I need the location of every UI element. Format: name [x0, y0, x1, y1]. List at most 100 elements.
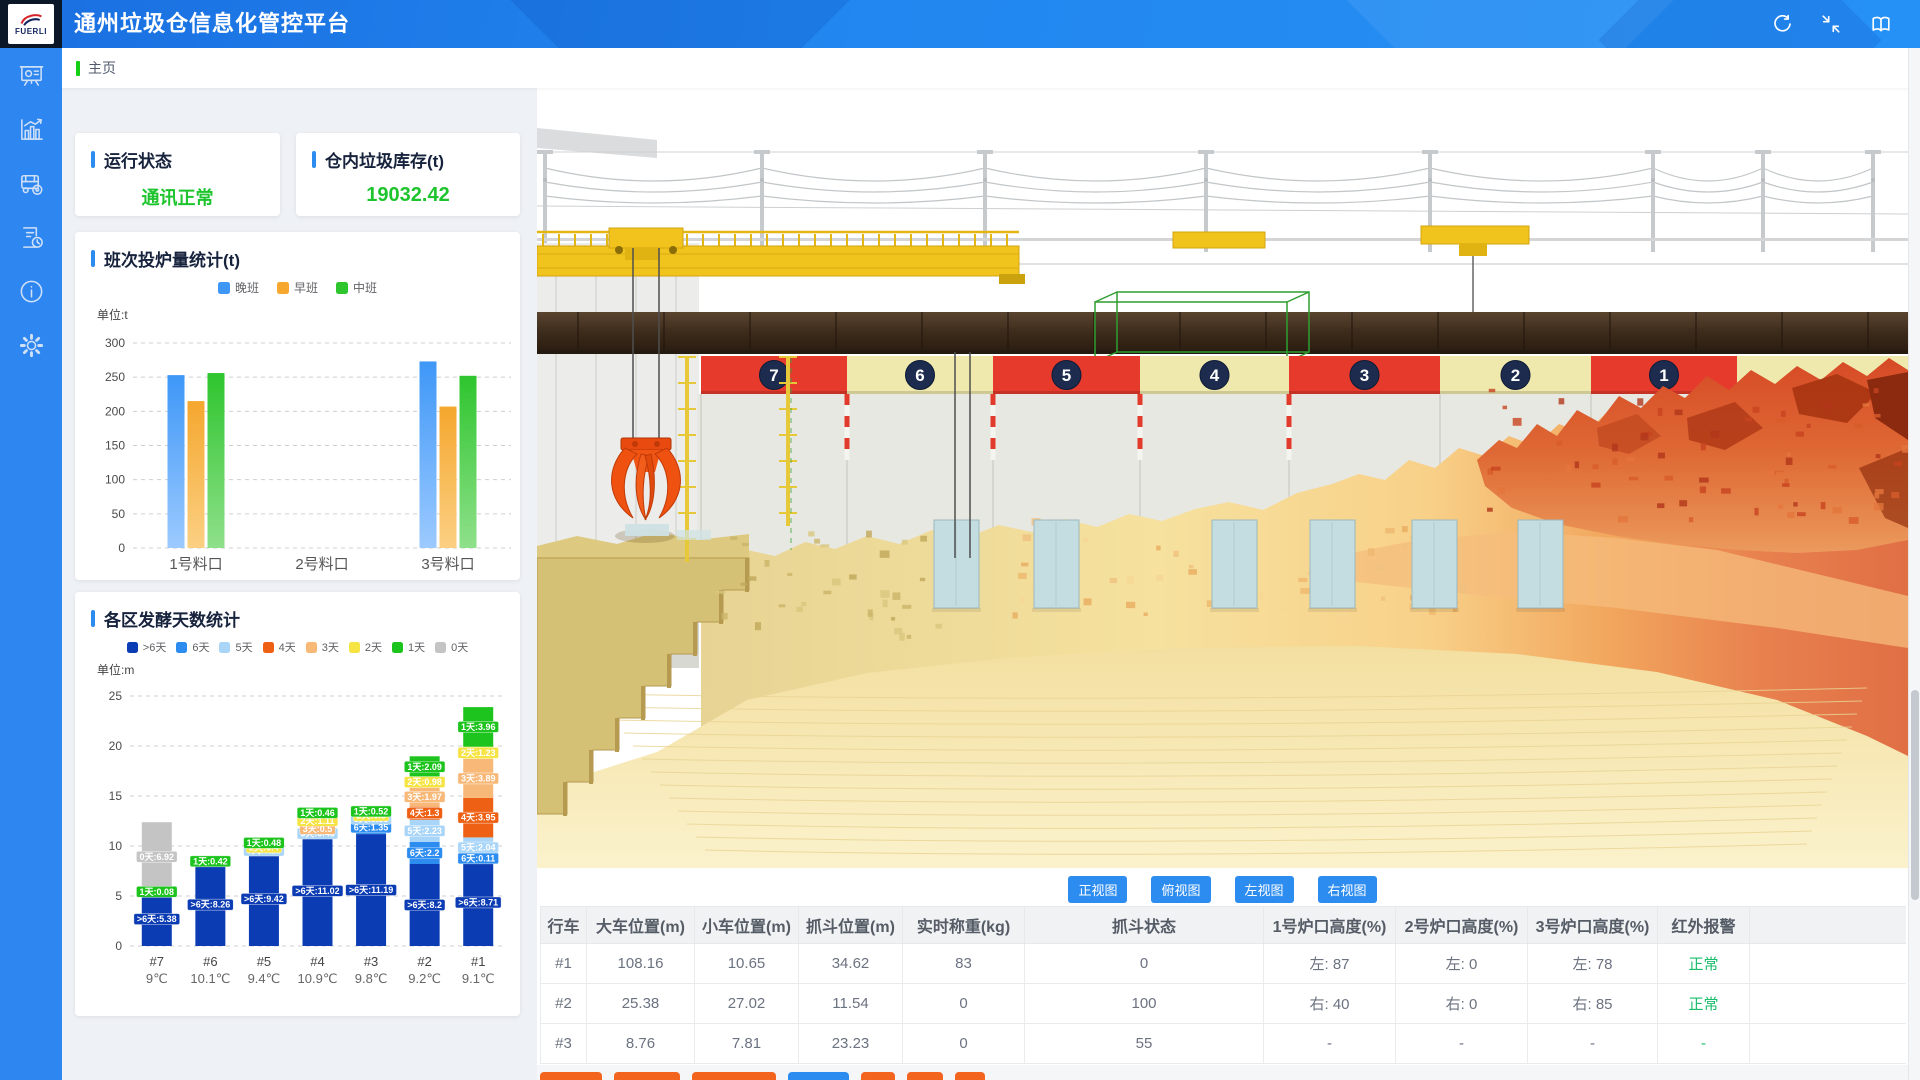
table-cell: 右: 40	[1264, 984, 1396, 1024]
legend-swatch	[218, 282, 230, 294]
svg-text:7: 7	[769, 366, 778, 385]
svg-text:2: 2	[1511, 366, 1520, 385]
bottom-action-button-2[interactable]	[614, 1072, 680, 1080]
svg-text:100: 100	[105, 473, 125, 487]
column-header: 红外报警	[1658, 907, 1750, 944]
view-button-1[interactable]: 正视图	[1068, 876, 1127, 903]
legend-label: 4天	[279, 639, 296, 655]
legend-item[interactable]: 2天	[349, 639, 382, 655]
svg-text:6天:0.11: 6天:0.11	[461, 853, 495, 863]
card-title: 运行状态	[104, 147, 172, 172]
svg-text:9.1℃: 9.1℃	[462, 971, 495, 986]
refresh-icon[interactable]	[1770, 13, 1792, 35]
svg-text:1天:3.96: 1天:3.96	[461, 722, 496, 732]
manual-book-icon[interactable]	[1870, 13, 1892, 35]
table-cell: 108.16	[587, 944, 695, 984]
bottom-action-button-3[interactable]	[692, 1072, 776, 1080]
column-header: 1号炉口高度(%)	[1264, 907, 1396, 944]
table-cell: 0	[903, 1024, 1025, 1064]
legend-label: 5天	[235, 639, 252, 655]
svg-text:#5: #5	[257, 954, 271, 969]
svg-text:1天:2.09: 1天:2.09	[407, 762, 442, 772]
legend-item[interactable]: 3天	[306, 639, 339, 655]
legend-item[interactable]: 中班	[336, 279, 377, 296]
view-button-3[interactable]: 左视图	[1235, 876, 1294, 903]
sidebar-item-dashboard[interactable]	[0, 48, 62, 102]
bottom-action-button-5[interactable]	[861, 1072, 895, 1080]
sidebar-item-settings[interactable]	[0, 318, 62, 372]
sidebar-item-report[interactable]	[0, 210, 62, 264]
svg-text:1号料口: 1号料口	[169, 556, 222, 573]
fullscreen-exit-icon[interactable]	[1820, 13, 1842, 35]
table-cell: 100	[1025, 984, 1264, 1024]
legend-swatch	[435, 642, 446, 653]
bottom-action-button-6[interactable]	[907, 1072, 943, 1080]
main-panel: 7654321	[537, 88, 1908, 1080]
legend-item[interactable]: 晚班	[218, 279, 259, 296]
bottom-action-button-4[interactable]	[788, 1072, 849, 1080]
sidebar-item-info[interactable]	[0, 264, 62, 318]
breadcrumb[interactable]: 主页	[76, 58, 116, 78]
svg-text:1天:0.52: 1天:0.52	[354, 806, 389, 816]
svg-text:1天:0.48: 1天:0.48	[247, 838, 282, 848]
svg-text:9.4℃: 9.4℃	[248, 971, 281, 986]
table-cell: 0	[1025, 944, 1264, 984]
scrollbar-thumb[interactable]	[1911, 690, 1919, 900]
status-card-run: 运行状态 通讯正常	[75, 133, 280, 216]
legend-item[interactable]: 1天	[392, 639, 425, 655]
logo-block: FUERLI	[0, 0, 62, 48]
table-cell: 右: 0	[1396, 984, 1528, 1024]
legend-item[interactable]: 6天	[176, 639, 209, 655]
column-header: 抓斗状态	[1025, 907, 1264, 944]
table-cell: -	[1528, 1024, 1658, 1064]
report-history-icon	[18, 224, 45, 251]
breadcrumb-label: 主页	[88, 58, 116, 78]
view-button-2[interactable]: 俯视图	[1151, 876, 1210, 903]
svg-text:5天:2.04: 5天:2.04	[461, 843, 496, 853]
column-header: 2号炉口高度(%)	[1396, 907, 1528, 944]
legend-swatch	[127, 642, 138, 653]
column-header: 实时称重(kg)	[903, 907, 1025, 944]
svg-text:#6: #6	[203, 954, 217, 969]
view-button-4[interactable]: 右视图	[1318, 876, 1377, 903]
column-header: 行车	[541, 907, 587, 944]
bottom-action-button-7[interactable]	[955, 1072, 985, 1080]
legend-label: 0天	[451, 639, 468, 655]
svg-text:>6天:8.2: >6天:8.2	[407, 900, 442, 910]
legend-label: 晚班	[235, 279, 259, 296]
legend-item[interactable]: 4天	[263, 639, 296, 655]
table-cell: 11.54	[799, 984, 903, 1024]
app-logo: FUERLI	[8, 4, 54, 44]
legend-label: 2天	[365, 639, 382, 655]
sidebar-item-statistics[interactable]	[0, 102, 62, 156]
title-bar	[91, 610, 95, 627]
legend-item[interactable]: 0天	[435, 639, 468, 655]
vertical-scrollbar[interactable]	[1908, 48, 1920, 1080]
bottom-action-button-1[interactable]	[540, 1072, 602, 1080]
svg-text:3号料口: 3号料口	[421, 556, 474, 573]
chart1-legend: 晚班 早班 中班	[75, 279, 520, 296]
title-bar	[312, 151, 316, 168]
info-icon	[18, 278, 45, 305]
svg-text:9.8℃: 9.8℃	[355, 971, 388, 986]
legend-item[interactable]: 早班	[277, 279, 318, 296]
table-cell: -	[1658, 1024, 1750, 1064]
svg-text:300: 300	[105, 336, 125, 350]
column-header-filler	[1750, 907, 1906, 944]
svg-text:150: 150	[105, 439, 125, 453]
column-header: 大车位置(m)	[587, 907, 695, 944]
chart2-title: 各区发酵天数统计	[104, 606, 240, 631]
fermentation-chart-card: 各区发酵天数统计 >6天6天5天4天3天2天1天0天 单位:m 05101520…	[75, 592, 520, 1016]
catenary-wires	[545, 168, 1873, 203]
legend-item[interactable]: 5天	[219, 639, 252, 655]
legend-item[interactable]: >6天	[127, 639, 167, 655]
table-row: #1108.1610.6534.62830左: 87左: 0左: 78正常	[541, 944, 1906, 984]
warehouse-3d-view[interactable]: 7654321	[537, 88, 1908, 868]
title-bar	[91, 151, 95, 168]
svg-text:5: 5	[115, 889, 122, 903]
table-cell: 23.23	[799, 1024, 903, 1064]
sidebar-item-vehicle[interactable]	[0, 156, 62, 210]
svg-text:2天:1.23: 2天:1.23	[461, 748, 496, 758]
svg-text:>6天:5.38: >6天:5.38	[137, 914, 177, 924]
svg-text:#3: #3	[364, 954, 378, 969]
